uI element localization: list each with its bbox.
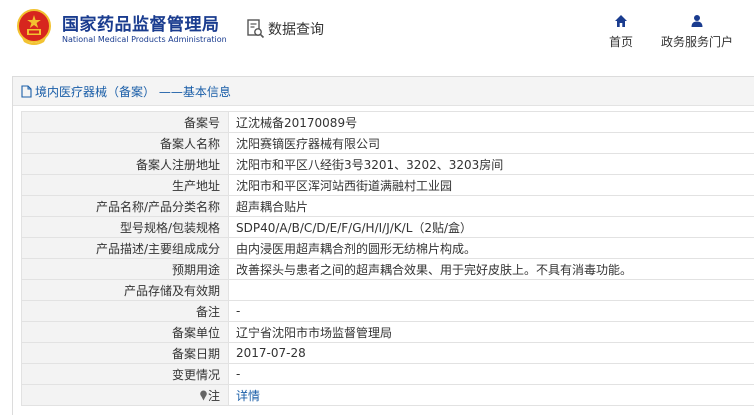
field-value: 辽宁省沈阳市市场监督管理局 <box>229 322 754 343</box>
user-icon <box>690 14 704 28</box>
document-search-icon <box>247 19 265 39</box>
data-query-link[interactable]: 数据查询 <box>247 18 324 40</box>
field-label: 备案号 <box>22 112 229 133</box>
note-label: 注 <box>208 389 220 403</box>
table-row: 产品名称/产品分类名称超声耦合贴片 <box>22 196 754 217</box>
field-label: 备案人注册地址 <box>22 154 229 175</box>
panel-title-bar: 境内医疗器械（备案） ——基本信息 <box>13 77 754 106</box>
field-label: 备案日期 <box>22 343 229 364</box>
field-value: SDP40/A/B/C/D/E/F/G/H/I/J/K/L（2贴/盒） <box>229 217 754 238</box>
site-header: 国家药品监督管理局 National Medical Products Admi… <box>0 0 754 62</box>
field-value: 由内浸医用超声耦合剂的圆形无纺棉片构成。 <box>229 238 754 259</box>
nav-service-portal[interactable]: 政务服务门户 <box>661 14 733 50</box>
info-table: 备案号辽沈械备20170089号 备案人名称沈阳赛镝医疗器械有限公司 备案人注册… <box>21 111 754 406</box>
field-value: 沈阳市和平区八经街3号3201、3202、3203房间 <box>229 154 754 175</box>
field-label: 备案人名称 <box>22 133 229 154</box>
home-icon <box>614 14 628 28</box>
field-label: 备注 <box>22 301 229 322</box>
field-label: 产品名称/产品分类名称 <box>22 196 229 217</box>
note-row: 注 详情 <box>22 385 754 406</box>
field-value: 2017-07-28 <box>229 343 754 364</box>
table-row: 备注- <box>22 301 754 322</box>
table-row: 产品存储及有效期 <box>22 280 754 301</box>
field-value: 改善探头与患者之间的超声耦合效果、用于完好皮肤上。不具有消毒功能。 <box>229 259 754 280</box>
table-row: 生产地址沈阳市和平区浑河站西街道满融村工业园 <box>22 175 754 196</box>
details-link[interactable]: 详情 <box>236 389 260 403</box>
nav-home[interactable]: 首页 <box>609 14 633 50</box>
field-value: - <box>229 364 754 385</box>
field-value <box>229 280 754 301</box>
field-label: 产品存储及有效期 <box>22 280 229 301</box>
field-value: 沈阳赛镝医疗器械有限公司 <box>229 133 754 154</box>
document-icon <box>21 85 32 98</box>
table-row: 备案人名称沈阳赛镝医疗器械有限公司 <box>22 133 754 154</box>
national-emblem-icon <box>16 8 52 46</box>
table-row: 备案日期2017-07-28 <box>22 343 754 364</box>
table-row: 备案单位辽宁省沈阳市市场监督管理局 <box>22 322 754 343</box>
field-value: - <box>229 301 754 322</box>
note-value-cell: 详情 <box>229 385 754 406</box>
nav-home-label: 首页 <box>609 33 633 50</box>
panel-title: 境内医疗器械（备案） ——基本信息 <box>35 83 231 100</box>
site-logo-title[interactable]: 国家药品监督管理局 <box>62 10 220 35</box>
table-row: 预期用途改善探头与患者之间的超声耦合效果、用于完好皮肤上。不具有消毒功能。 <box>22 259 754 280</box>
field-value: 超声耦合贴片 <box>229 196 754 217</box>
field-value: 沈阳市和平区浑河站西街道满融村工业园 <box>229 175 754 196</box>
site-logo-subtitle[interactable]: National Medical Products Administration <box>62 35 227 44</box>
table-row: 型号规格/包装规格SDP40/A/B/C/D/E/F/G/H/I/J/K/L（2… <box>22 217 754 238</box>
field-label: 预期用途 <box>22 259 229 280</box>
table-row: 备案号辽沈械备20170089号 <box>22 112 754 133</box>
field-label: 产品描述/主要组成成分 <box>22 238 229 259</box>
data-query-label: 数据查询 <box>268 19 324 39</box>
table-row: 备案人注册地址沈阳市和平区八经街3号3201、3202、3203房间 <box>22 154 754 175</box>
note-label-cell: 注 <box>22 385 229 406</box>
table-row: 变更情况- <box>22 364 754 385</box>
field-label: 变更情况 <box>22 364 229 385</box>
table-row: 产品描述/主要组成成分由内浸医用超声耦合剂的圆形无纺棉片构成。 <box>22 238 754 259</box>
field-label: 生产地址 <box>22 175 229 196</box>
field-label: 型号规格/包装规格 <box>22 217 229 238</box>
pin-icon <box>199 390 208 401</box>
field-value: 辽沈械备20170089号 <box>229 112 754 133</box>
field-label: 备案单位 <box>22 322 229 343</box>
nav-service-portal-label: 政务服务门户 <box>661 33 733 50</box>
detail-panel: 境内医疗器械（备案） ——基本信息 备案号辽沈械备20170089号 备案人名称… <box>12 76 754 415</box>
